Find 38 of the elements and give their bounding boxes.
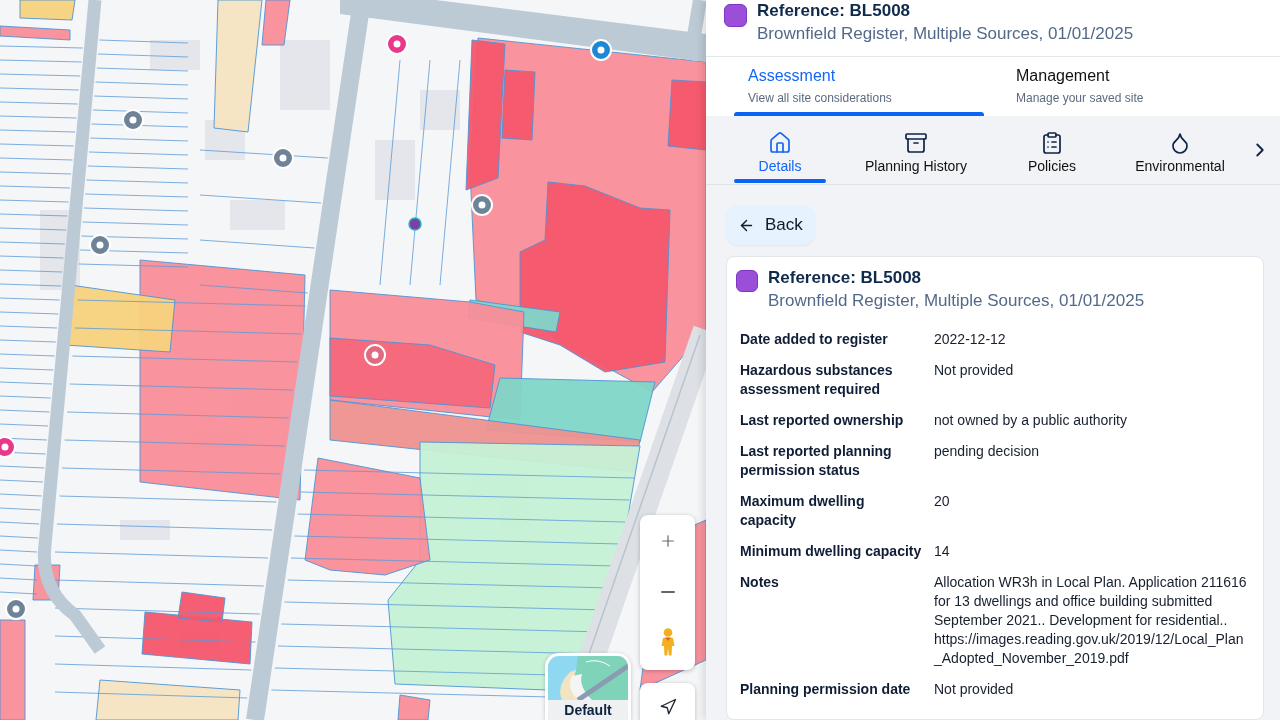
field-value: 2022-12-12 <box>934 330 1007 349</box>
field-value: 14 <box>934 542 951 561</box>
tab[interactable]: Management Manage your saved site <box>1002 57 1252 116</box>
back-button[interactable]: Back <box>726 205 815 245</box>
site-subtitle: Brownfield Register, Multiple Sources, 01/01/2025 <box>757 23 1134 45</box>
map-thumbnail-icon <box>548 656 628 700</box>
card-subtitle: Brownfield Register, Multiple Sources, 01/01/2025 <box>768 290 1145 312</box>
archive-box-icon <box>904 131 928 155</box>
field-label: Planning permission date <box>740 680 912 699</box>
field-label: Last reported ownership <box>740 411 905 430</box>
field-value: Not provided <box>934 361 1015 380</box>
field-label: Hazardous substances assessment required <box>740 361 894 399</box>
navigation-arrow-icon <box>658 698 677 716</box>
field-value: pending decision <box>934 442 1041 461</box>
square-swatch-icon <box>736 270 758 292</box>
site-title: Reference: BL5008 <box>757 0 912 22</box>
subtab[interactable]: Details <box>712 116 848 184</box>
subtab[interactable]: Environmental <box>1120 116 1240 184</box>
field-value: Not provided <box>934 680 1015 699</box>
field-value: not owned by a public authority <box>934 411 1128 430</box>
locate-button[interactable] <box>640 683 695 720</box>
home-icon <box>768 131 792 155</box>
minus-icon <box>660 591 675 593</box>
card-title: Reference: BL5008 <box>768 267 923 289</box>
square-swatch-icon <box>724 4 747 27</box>
field-label: Date added to register <box>740 330 889 349</box>
field-label: Last reported planning permission status <box>740 442 893 480</box>
subtab[interactable]: Planning History <box>848 116 984 184</box>
tab[interactable]: Assessment View all site considerations <box>734 57 984 116</box>
person-icon <box>660 628 675 656</box>
clipboard-icon <box>1040 131 1064 155</box>
field-label: Maximum dwelling capacity <box>740 492 866 530</box>
field-label: Notes <box>740 573 780 592</box>
field-value: Allocation WR3h in Local Plan. Application 211616 for 13 dwellings and office building submitted September 2021.. Development for residential.. https://images.reading.gov.uk/2019/12/Local_Plan_Adopted_November_2019.pdf <box>934 573 1248 668</box>
field-value: 20 <box>934 492 951 511</box>
field-label: Minimum dwelling capacity <box>740 542 923 561</box>
map-layer-button[interactable]: Default <box>545 653 631 720</box>
subtab[interactable]: Policies <box>984 116 1120 184</box>
